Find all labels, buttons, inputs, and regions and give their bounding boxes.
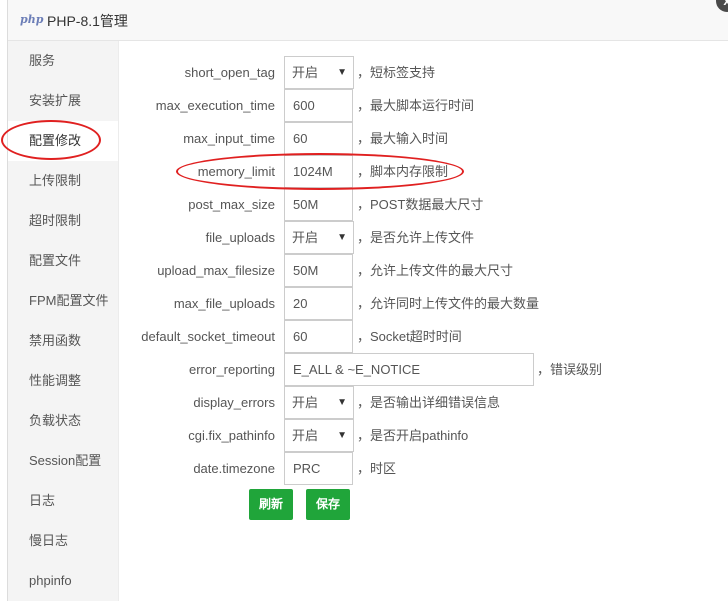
config-description: ，时区 bbox=[357, 461, 397, 476]
max-file-uploads-input[interactable]: 20 bbox=[284, 287, 353, 320]
max-input-time-input[interactable]: 60 bbox=[284, 122, 353, 155]
config-label: short_open_tag bbox=[184, 65, 275, 80]
config-label: date.timezone bbox=[193, 461, 275, 476]
chevron-down-icon: ▼ bbox=[337, 430, 347, 441]
config-description: ，是否允许上传文件 bbox=[357, 230, 475, 245]
sidebar-item-disabled-functions[interactable]: 禁用函数 bbox=[8, 321, 118, 361]
cgi-fix-pathinfo-select[interactable]: 开启 ▼ bbox=[284, 419, 354, 452]
select-value: 开启 bbox=[292, 230, 319, 245]
config-row: cgi.fix_pathinfo 开启 ▼ ，是否开启pathinfo bbox=[119, 419, 719, 452]
config-description: ，允许同时上传文件的最大数量 bbox=[357, 296, 540, 311]
config-label: post_max_size bbox=[188, 197, 275, 212]
sidebar-item-performance-tuning[interactable]: 性能调整 bbox=[8, 361, 118, 401]
php-manager-window: php PHP-8.1管理 服务 安装扩展 配置修改 上传限制 超时限制 配置文… bbox=[7, 0, 728, 601]
memory-limit-input[interactable]: 1024M bbox=[284, 155, 353, 188]
config-row: post_max_size 50M ，POST数据最大尺寸 bbox=[119, 188, 719, 221]
config-row: memory_limit 1024M ，脚本内存限制 bbox=[119, 155, 719, 188]
file-uploads-select[interactable]: 开启 ▼ bbox=[284, 221, 354, 254]
select-value: 开启 bbox=[292, 65, 319, 80]
chevron-down-icon: ▼ bbox=[337, 397, 347, 408]
config-label: error_reporting bbox=[189, 362, 275, 377]
config-description: ，允许上传文件的最大尺寸 bbox=[357, 263, 514, 278]
config-label: max_execution_time bbox=[155, 98, 275, 113]
sidebar-item-upload-limit[interactable]: 上传限制 bbox=[8, 161, 118, 201]
config-description: ，最大输入时间 bbox=[357, 131, 449, 146]
display-errors-select[interactable]: 开启 ▼ bbox=[284, 386, 354, 419]
config-row: max_input_time 60 ，最大输入时间 bbox=[119, 122, 719, 155]
sidebar-item-install-extension[interactable]: 安装扩展 bbox=[8, 81, 118, 121]
default-socket-timeout-input[interactable]: 60 bbox=[284, 320, 353, 353]
refresh-button[interactable]: 刷新 bbox=[249, 489, 294, 520]
config-row: max_file_uploads 20 ，允许同时上传文件的最大数量 bbox=[119, 287, 719, 320]
config-label: upload_max_filesize bbox=[157, 263, 275, 278]
config-description: ，脚本内存限制 bbox=[357, 164, 449, 179]
config-description: ，是否开启pathinfo bbox=[357, 428, 469, 443]
sidebar-item-phpinfo[interactable]: phpinfo bbox=[8, 561, 118, 601]
config-label: default_socket_timeout bbox=[141, 329, 275, 344]
config-description: ，POST数据最大尺寸 bbox=[357, 197, 484, 212]
max-execution-time-input[interactable]: 600 bbox=[284, 89, 353, 122]
error-reporting-input[interactable]: E_ALL & ~E_NOTICE bbox=[284, 353, 534, 386]
chevron-down-icon: ▼ bbox=[337, 232, 347, 243]
config-description: ，错误级别 bbox=[537, 362, 603, 377]
chevron-down-icon: ▼ bbox=[337, 67, 347, 78]
config-row: display_errors 开启 ▼ ，是否输出详细错误信息 bbox=[119, 386, 719, 419]
config-label: file_uploads bbox=[205, 230, 275, 245]
config-label: memory_limit bbox=[197, 164, 275, 179]
sidebar: 服务 安装扩展 配置修改 上传限制 超时限制 配置文件 FPM配置文件 禁用函数… bbox=[8, 41, 119, 601]
config-label: max_file_uploads bbox=[173, 296, 275, 311]
sidebar-item-timeout-limit[interactable]: 超时限制 bbox=[8, 201, 118, 241]
post-max-size-input[interactable]: 50M bbox=[284, 188, 353, 221]
config-label: max_input_time bbox=[183, 131, 275, 146]
sidebar-item-service[interactable]: 服务 bbox=[8, 41, 118, 81]
config-label: display_errors bbox=[193, 395, 275, 410]
sidebar-item-fpm-config-file[interactable]: FPM配置文件 bbox=[8, 281, 118, 321]
select-value: 开启 bbox=[292, 395, 319, 410]
php-logo-icon: php bbox=[20, 13, 44, 26]
sidebar-item-config-edit[interactable]: 配置修改 bbox=[8, 121, 118, 161]
config-row: default_socket_timeout 60 ，Socket超时时间 bbox=[119, 320, 719, 353]
config-description: ，Socket超时时间 bbox=[357, 329, 462, 344]
config-row: date.timezone PRC ，时区 bbox=[119, 452, 719, 485]
config-description: ，是否输出详细错误信息 bbox=[357, 395, 501, 410]
config-description: ，短标签支持 bbox=[357, 65, 436, 80]
short-open-tag-select[interactable]: 开启 ▼ bbox=[284, 56, 354, 89]
sidebar-item-session-config[interactable]: Session配置 bbox=[8, 441, 118, 481]
config-form: short_open_tag 开启 ▼ ，短标签支持 max_execution… bbox=[119, 41, 728, 601]
sidebar-item-load-status[interactable]: 负载状态 bbox=[8, 401, 118, 441]
config-row: file_uploads 开启 ▼ ，是否允许上传文件 bbox=[119, 221, 719, 254]
sidebar-item-config-file[interactable]: 配置文件 bbox=[8, 241, 118, 281]
upload-max-filesize-input[interactable]: 50M bbox=[284, 254, 353, 287]
config-description: ，最大脚本运行时间 bbox=[357, 98, 475, 113]
config-row: short_open_tag 开启 ▼ ，短标签支持 bbox=[119, 56, 719, 89]
config-row: upload_max_filesize 50M ，允许上传文件的最大尺寸 bbox=[119, 254, 719, 287]
config-row: error_reporting E_ALL & ~E_NOTICE ，错误级别 bbox=[119, 353, 719, 386]
title-bar: php PHP-8.1管理 bbox=[8, 0, 728, 41]
sidebar-item-log[interactable]: 日志 bbox=[8, 481, 118, 521]
config-label: cgi.fix_pathinfo bbox=[188, 428, 275, 443]
date-timezone-input[interactable]: PRC bbox=[284, 452, 353, 485]
select-value: 开启 bbox=[292, 428, 319, 443]
sidebar-item-slow-log[interactable]: 慢日志 bbox=[8, 521, 118, 561]
config-row: max_execution_time 600 ，最大脚本运行时间 bbox=[119, 89, 719, 122]
window-title: PHP-8.1管理 bbox=[47, 13, 128, 29]
save-button[interactable]: 保存 bbox=[306, 489, 351, 520]
